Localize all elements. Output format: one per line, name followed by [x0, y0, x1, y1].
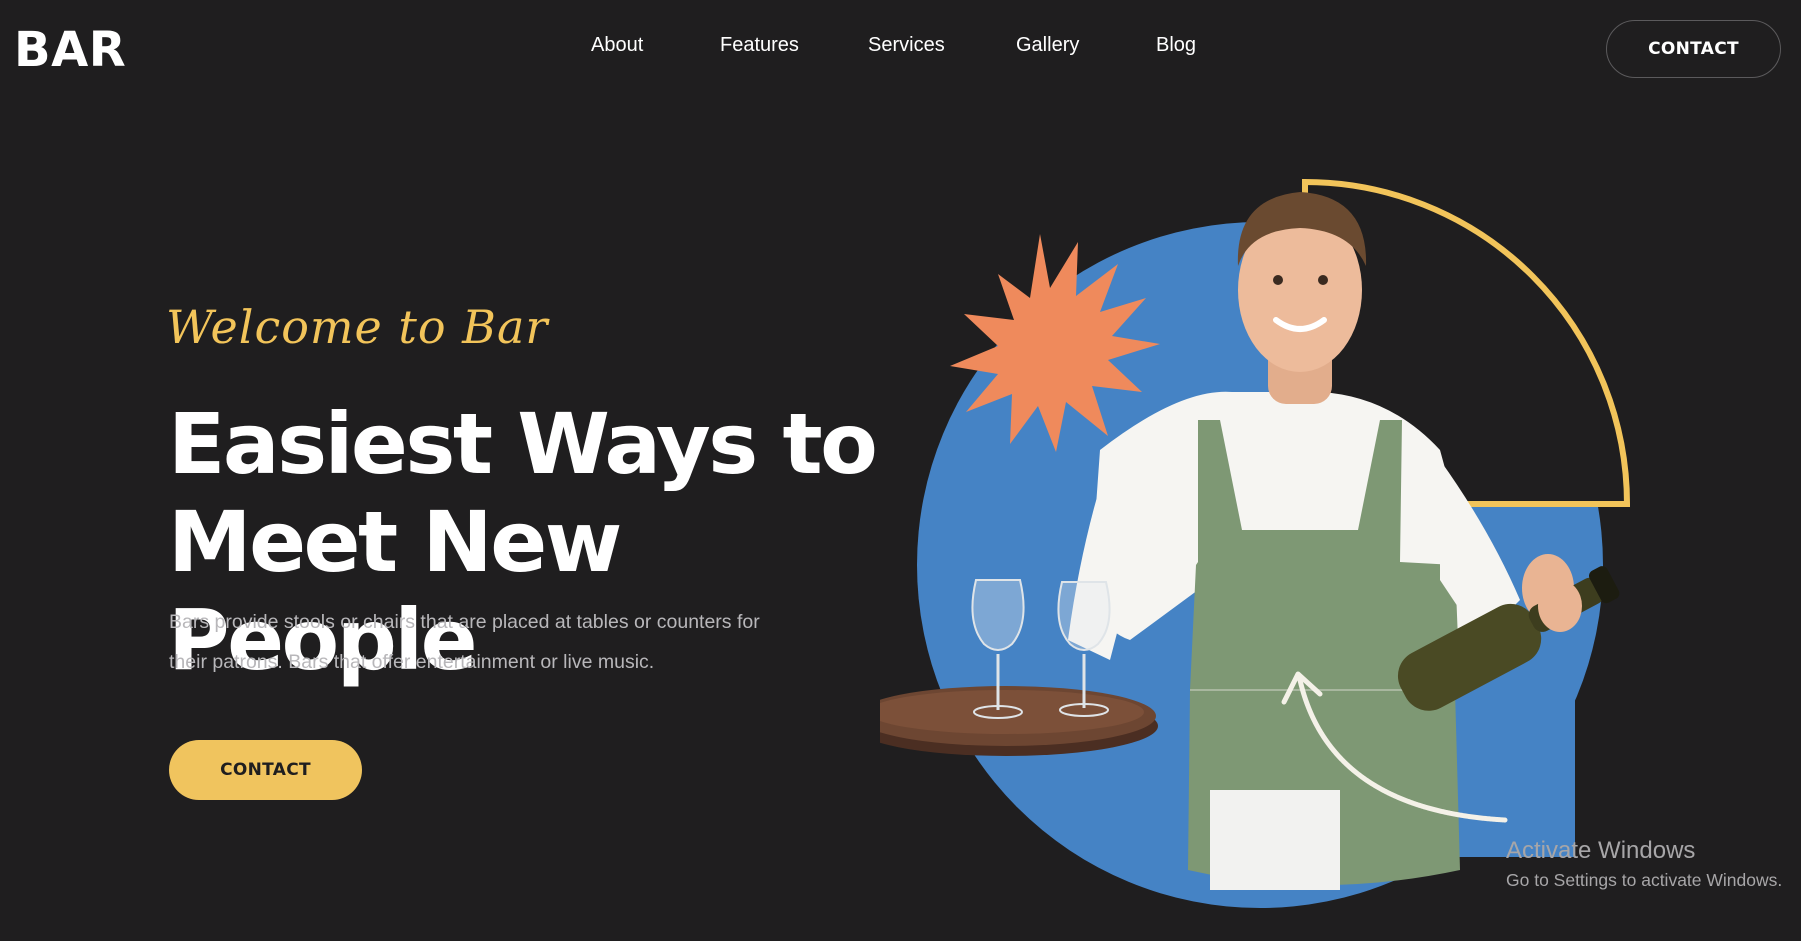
nav-item-gallery[interactable]: Gallery	[1016, 30, 1079, 60]
hero-description-line-2: their patrons. Bars that offer entertain…	[169, 651, 655, 673]
nav-item-blog[interactable]: Blog	[1156, 30, 1196, 60]
eye-right	[1318, 275, 1328, 285]
main-nav: About Features Services Gallery Blog	[0, 30, 1801, 60]
hero-description-line-1: Bars provide stools or chairs that are p…	[169, 611, 760, 633]
watermark-subtitle: Go to Settings to activate Windows.	[1506, 870, 1783, 890]
watermark-title: Activate Windows	[1506, 837, 1696, 864]
tray-inner	[880, 690, 1144, 734]
welcome-tagline: Welcome to Bar	[166, 300, 549, 354]
nav-item-features[interactable]: Features	[720, 30, 799, 60]
right-fingers	[1538, 580, 1582, 632]
wine-glass-2	[1057, 581, 1111, 651]
header-contact-button[interactable]: CONTACT	[1606, 20, 1781, 78]
windows-activation-watermark: Activate Windows Go to Settings to activ…	[1506, 836, 1782, 892]
hero-description: Bars provide stools or chairs that are p…	[169, 602, 769, 682]
hero-illustration	[880, 178, 1631, 908]
hero-headline-line-1: Easiest Ways to	[168, 395, 878, 493]
hero-contact-button[interactable]: CONTACT	[169, 740, 362, 800]
nav-item-services[interactable]: Services	[868, 30, 945, 60]
towel	[1210, 790, 1340, 890]
eye-left	[1273, 275, 1283, 285]
wine-glass-1	[971, 579, 1025, 651]
nav-item-about[interactable]: About	[591, 30, 643, 60]
landing-page: BAR About Features Services Gallery Blog…	[0, 0, 1801, 941]
